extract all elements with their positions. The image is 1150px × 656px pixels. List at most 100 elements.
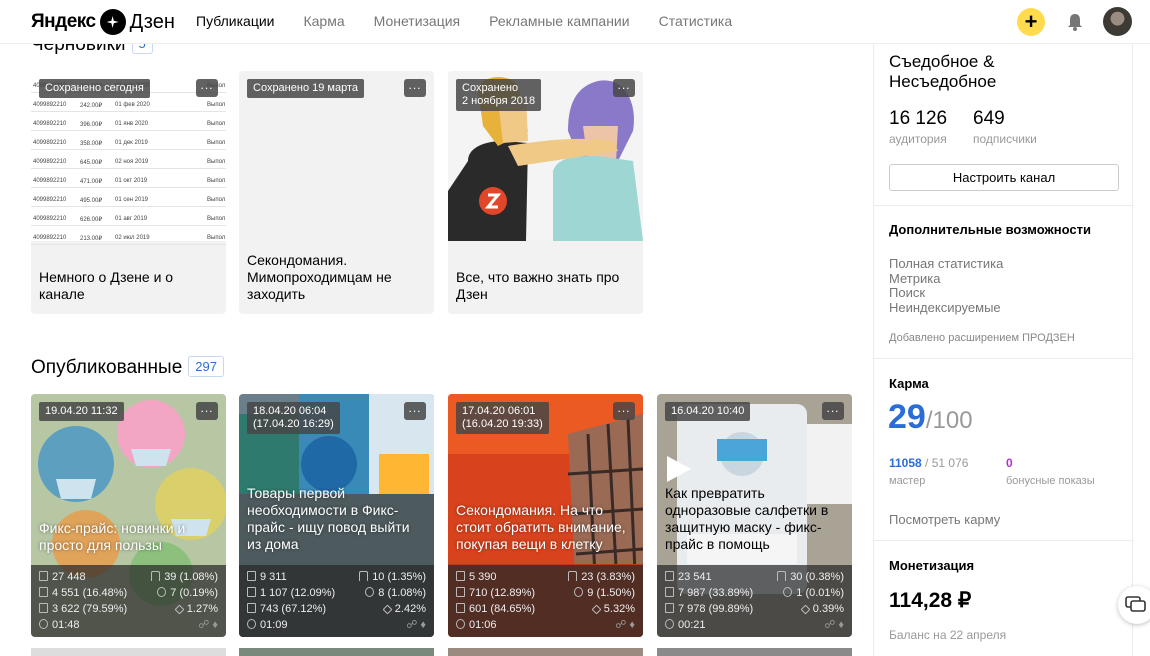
- sheet-cell: 01 фев 2020: [115, 102, 150, 108]
- sheet-row-line: [31, 111, 226, 112]
- sheet-cell: 01 дек 2019: [115, 140, 148, 146]
- zen-logo-icon: [99, 9, 126, 35]
- link-full-stats[interactable]: Полная статистика: [889, 256, 1003, 271]
- ellipsis-icon: ...: [408, 401, 422, 415]
- publication-title[interactable]: Товары первой необходимости в Фикс-прайс…: [247, 485, 426, 553]
- channel-sidebar: Съедобное & Несъедобное 16 126 аудитория…: [873, 44, 1134, 656]
- next-card-peek: [657, 648, 852, 656]
- views-icon: [456, 571, 465, 581]
- sheet-cell: Выпол: [207, 178, 226, 184]
- more-options-button[interactable]: ...: [613, 402, 635, 420]
- comment-icon: [157, 587, 167, 597]
- sheet-cell: 01 сен 2019: [115, 197, 149, 203]
- published-card[interactable]: 16.04.20 10:40 ... Как превратить однора…: [657, 394, 852, 637]
- nav-monetization[interactable]: Монетизация: [374, 13, 461, 29]
- like-icon: [777, 571, 787, 581]
- chat-button[interactable]: [1118, 586, 1150, 624]
- sheet-cell: 4099892210: [33, 235, 67, 241]
- more-options-button[interactable]: ...: [822, 402, 844, 420]
- video-play-icon[interactable]: [667, 456, 691, 482]
- more-options-button[interactable]: ...: [196, 79, 218, 97]
- views-icon: [39, 571, 48, 581]
- ctr-icon: [382, 604, 393, 615]
- link-metrika[interactable]: Метрика: [889, 271, 940, 286]
- like-icon: [568, 571, 578, 581]
- channel-name[interactable]: Съедобное & Несъедобное: [889, 52, 1089, 92]
- sheet-row-line: [31, 244, 226, 245]
- ellipsis-icon: ...: [826, 401, 840, 415]
- sheet-cell: 01 янв 2020: [115, 121, 149, 127]
- channel-summary: Съедобное & Несъедобное 16 126 аудитория…: [874, 44, 1134, 206]
- draft-card[interactable]: Сохранено 2 ноября 2018 ... Все, что важ…: [448, 71, 643, 314]
- sheet-cell: 358.00₽: [80, 141, 103, 147]
- ellipsis-icon: ...: [408, 78, 422, 92]
- ellipsis-icon: ...: [200, 78, 214, 92]
- sheet-cell: 471.00₽: [80, 179, 103, 185]
- next-card-peek: [31, 648, 226, 656]
- like-icon: [151, 571, 161, 581]
- full-reads-icon: [247, 603, 256, 613]
- draft-title[interactable]: Секондомания. Мимопроходимцам не заходит…: [247, 252, 426, 303]
- next-card-peek: [448, 648, 643, 656]
- more-options-button[interactable]: ...: [196, 402, 218, 420]
- user-avatar[interactable]: [1103, 7, 1132, 36]
- link-search[interactable]: Поиск: [889, 285, 925, 300]
- published-heading: Опубликованные 297: [31, 356, 224, 379]
- sheet-cell: 4099892210: [33, 159, 67, 165]
- draft-title[interactable]: Все, что важно знать про Дзен: [456, 269, 635, 303]
- save-timestamp: Сохранено 2 ноября 2018: [456, 79, 542, 111]
- publication-title[interactable]: Фикс-прайс: новинки и просто для пользы: [39, 520, 218, 554]
- more-options-button[interactable]: ...: [613, 79, 635, 97]
- publish-timestamp: 17.04.20 06:01 (16.04.20 19:33): [456, 402, 549, 434]
- nav-statistics[interactable]: Статистика: [659, 13, 733, 29]
- nav-ad-campaigns[interactable]: Рекламные кампании: [489, 13, 629, 29]
- sheet-row-line: [31, 206, 226, 207]
- draft-card[interactable]: 4099892210491.00₽01 мар 2020Выпол4099892…: [31, 71, 226, 314]
- more-options-button[interactable]: ...: [404, 79, 426, 97]
- clock-icon: [456, 619, 465, 629]
- sheet-row-line: [31, 187, 226, 188]
- reads-icon: [456, 587, 465, 597]
- reads-icon: [247, 587, 256, 597]
- sheet-cell: Выпол: [207, 159, 226, 165]
- publication-title[interactable]: Секондомания. На что стоит обратить вним…: [456, 502, 635, 553]
- sheet-row-line: [31, 149, 226, 150]
- monetization-balance: 114,28 ₽: [889, 589, 972, 612]
- reads-icon: [39, 587, 48, 597]
- setup-channel-button[interactable]: Настроить канал: [889, 164, 1119, 191]
- nav-karma[interactable]: Карма: [303, 13, 344, 29]
- publication-stats: 23 541 30 (0.38%) 7 987 (33.89%) 1 (0.01%)…: [657, 565, 852, 637]
- full-reads-icon: [665, 603, 674, 613]
- draft-card[interactable]: Сохранено 19 марта ... Секондомания. Мим…: [239, 71, 434, 314]
- sheet-cell: 4099892210: [33, 140, 67, 146]
- publication-title[interactable]: Как превратить одноразовые салфетки в за…: [665, 485, 844, 553]
- sheet-cell: 02 июл 2019: [115, 235, 150, 241]
- publish-timestamp: 19.04.20 11:32: [39, 402, 124, 421]
- published-card[interactable]: 18.04.20 06:04 (17.04.20 16:29) ... Това…: [239, 394, 434, 637]
- chat-icon: [1125, 596, 1146, 612]
- sheet-cell: 01 авг 2019: [115, 216, 148, 222]
- draft-title[interactable]: Немного о Дзене и о канале: [39, 269, 218, 303]
- audience-count: 16 126: [889, 108, 948, 129]
- yandex-zen-logo[interactable]: Яндекс Дзен: [31, 9, 175, 35]
- sheet-cell: 242.00₽: [80, 103, 103, 109]
- published-card[interactable]: 17.04.20 06:01 (16.04.20 19:33) ... Секо…: [448, 394, 643, 637]
- published-card[interactable]: 19.04.20 11:32 ... Фикс-прайс: новинки и…: [31, 394, 226, 637]
- ellipsis-icon: ...: [200, 401, 214, 415]
- ctr-icon: [800, 604, 811, 615]
- link-unindexed[interactable]: Неиндексируемые: [889, 300, 1001, 315]
- comment-icon: [783, 587, 793, 597]
- extra-features: Дополнительные возможности Полная статис…: [874, 206, 1134, 359]
- sheet-cell: 4099892210: [33, 121, 67, 127]
- full-reads-icon: [456, 603, 465, 613]
- bell-icon[interactable]: [1066, 12, 1084, 32]
- view-karma-link[interactable]: Посмотреть карму: [889, 512, 1000, 527]
- create-plus-button[interactable]: +: [1017, 8, 1045, 36]
- karma-score: 29/100: [888, 398, 973, 436]
- published-count-badge[interactable]: 297: [188, 356, 224, 377]
- sheet-cell: 4099892210: [33, 197, 67, 203]
- nav-publications[interactable]: Публикации: [196, 13, 274, 29]
- sheet-cell: 396.00₽: [80, 122, 103, 128]
- more-options-button[interactable]: ...: [404, 402, 426, 420]
- ellipsis-icon: ...: [617, 401, 631, 415]
